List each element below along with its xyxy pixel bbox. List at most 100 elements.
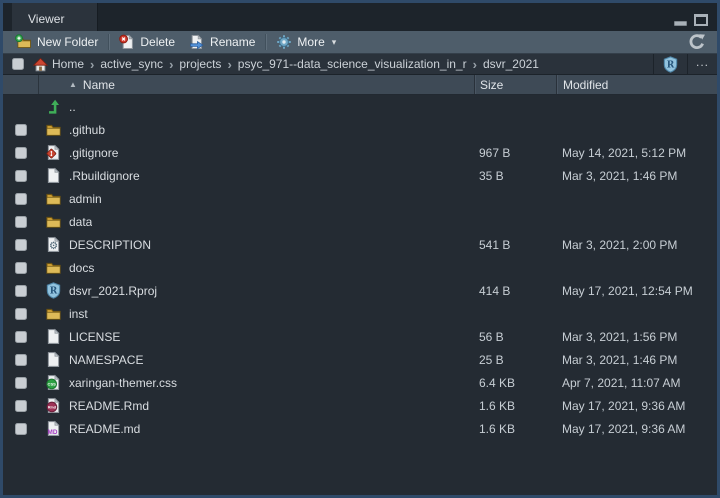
- select-all-checkbox[interactable]: [12, 58, 24, 70]
- header-name[interactable]: ▲ Name: [67, 75, 474, 94]
- file-modified: May 17, 2021, 9:36 AM: [556, 417, 717, 440]
- row-checkbox[interactable]: [15, 354, 27, 366]
- row-name-cell: admin: [67, 187, 474, 210]
- row-name-cell: data: [67, 210, 474, 233]
- file-name[interactable]: DESCRIPTION: [69, 238, 151, 252]
- ellipsis-icon: ...: [696, 55, 709, 73]
- file-modified: Mar 3, 2021, 1:46 PM: [556, 164, 717, 187]
- folder-icon: [45, 121, 62, 138]
- project-badge-cell: R: [653, 54, 687, 74]
- home-icon[interactable]: [32, 56, 49, 72]
- file-size: 25 B: [474, 348, 556, 371]
- table-row: CSSxaringan-themer.css6.4 KBApr 7, 2021,…: [3, 371, 717, 394]
- row-checkbox[interactable]: [15, 193, 27, 205]
- css-icon: CSS: [45, 374, 62, 391]
- file-name[interactable]: inst: [69, 307, 88, 321]
- rproj-icon: R: [45, 282, 62, 299]
- row-icon-cell: ⚙: [39, 233, 67, 256]
- new-folder-button[interactable]: New Folder: [8, 31, 105, 53]
- row-select-cell: [3, 164, 39, 187]
- table-row: .Rbuildignore35 BMar 3, 2021, 1:46 PM: [3, 164, 717, 187]
- breadcrumb-item[interactable]: dsvr_2021: [483, 57, 539, 71]
- folder-icon: [45, 213, 62, 230]
- row-checkbox[interactable]: [15, 331, 27, 343]
- file-modified: [556, 302, 717, 325]
- breadcrumb-item[interactable]: Home: [52, 57, 84, 71]
- breadcrumb-item[interactable]: active_sync: [100, 57, 163, 71]
- file-name[interactable]: README.Rmd: [69, 399, 149, 413]
- row-name-cell: ..: [67, 95, 474, 118]
- maximize-icon[interactable]: [694, 14, 708, 26]
- row-select-cell: [3, 417, 39, 440]
- tab-label: Help: [28, 0, 53, 2]
- folder-icon: [45, 305, 62, 322]
- file-name[interactable]: NAMESPACE: [69, 353, 143, 367]
- new-folder-label: New Folder: [37, 35, 98, 49]
- chevron-right-icon: ›: [90, 58, 94, 71]
- row-name-cell: NAMESPACE: [67, 348, 474, 371]
- breadcrumb: Home›active_sync›projects›psyc_971--data…: [3, 54, 717, 75]
- minimize-icon[interactable]: [674, 21, 687, 26]
- file-name[interactable]: .Rbuildignore: [69, 169, 140, 183]
- breadcrumb-item[interactable]: projects: [179, 57, 221, 71]
- file-size: 967 B: [474, 141, 556, 164]
- table-row: docs: [3, 256, 717, 279]
- file-modified: [556, 210, 717, 233]
- file-name[interactable]: xaringan-themer.css: [69, 376, 177, 390]
- row-checkbox[interactable]: [15, 308, 27, 320]
- file-name[interactable]: docs: [69, 261, 94, 275]
- header-icon-column: [39, 75, 67, 94]
- row-select-cell: [3, 187, 39, 210]
- table-row: RmdREADME.Rmd1.6 KBMay 17, 2021, 9:36 AM: [3, 394, 717, 417]
- table-row: ..: [3, 95, 717, 118]
- table-row: LICENSE56 BMar 3, 2021, 1:56 PM: [3, 325, 717, 348]
- breadcrumb-item[interactable]: psyc_971--data_science_visualization_in_…: [238, 57, 467, 71]
- tab-label: Viewer: [28, 12, 64, 26]
- file-name[interactable]: .gitignore: [69, 146, 118, 160]
- tab-viewer[interactable]: Viewer: [12, 7, 98, 31]
- refresh-icon: [688, 33, 706, 51]
- header-modified[interactable]: Modified: [556, 75, 717, 94]
- row-name-cell: .github: [67, 118, 474, 141]
- file-name[interactable]: admin: [69, 192, 102, 206]
- rename-button[interactable]: Rename: [182, 31, 262, 53]
- row-checkbox[interactable]: [15, 216, 27, 228]
- row-checkbox[interactable]: [15, 147, 27, 159]
- chevron-right-icon: ›: [227, 58, 231, 71]
- row-name-cell: .Rbuildignore: [67, 164, 474, 187]
- header-size[interactable]: Size: [474, 75, 556, 94]
- row-select-cell: [3, 141, 39, 164]
- svg-text:CSS: CSS: [47, 381, 56, 386]
- row-name-cell: dsvr_2021.Rproj: [67, 279, 474, 302]
- row-checkbox[interactable]: [15, 170, 27, 182]
- refresh-button[interactable]: [682, 31, 712, 53]
- row-checkbox[interactable]: [15, 285, 27, 297]
- file-modified: May 17, 2021, 9:36 AM: [556, 394, 717, 417]
- row-checkbox[interactable]: [15, 400, 27, 412]
- row-checkbox[interactable]: [15, 377, 27, 389]
- row-checkbox[interactable]: [15, 423, 27, 435]
- svg-text:R: R: [667, 60, 675, 70]
- file-modified: May 14, 2021, 5:12 PM: [556, 141, 717, 164]
- header-modified-label: Modified: [563, 78, 608, 92]
- row-checkbox[interactable]: [15, 262, 27, 274]
- tab-help[interactable]: Help: [12, 0, 98, 7]
- file-size: [474, 210, 556, 233]
- row-icon-cell: [39, 118, 67, 141]
- file-name[interactable]: dsvr_2021.Rproj: [69, 284, 157, 298]
- row-icon-cell: [39, 210, 67, 233]
- file-icon: [45, 351, 62, 368]
- file-name[interactable]: README.md: [69, 422, 140, 436]
- breadcrumb-overflow-button[interactable]: ...: [687, 54, 717, 74]
- file-name[interactable]: ..: [69, 100, 76, 114]
- file-name[interactable]: data: [69, 215, 92, 229]
- file-name[interactable]: LICENSE: [69, 330, 120, 344]
- row-checkbox[interactable]: [15, 124, 27, 136]
- row-checkbox[interactable]: [15, 239, 27, 251]
- row-select-cell: [3, 233, 39, 256]
- file-name[interactable]: .github: [69, 123, 105, 137]
- delete-button[interactable]: Delete: [112, 31, 182, 53]
- row-select-cell: [3, 95, 39, 118]
- more-button[interactable]: More ▾: [269, 31, 343, 53]
- file-size: 414 B: [474, 279, 556, 302]
